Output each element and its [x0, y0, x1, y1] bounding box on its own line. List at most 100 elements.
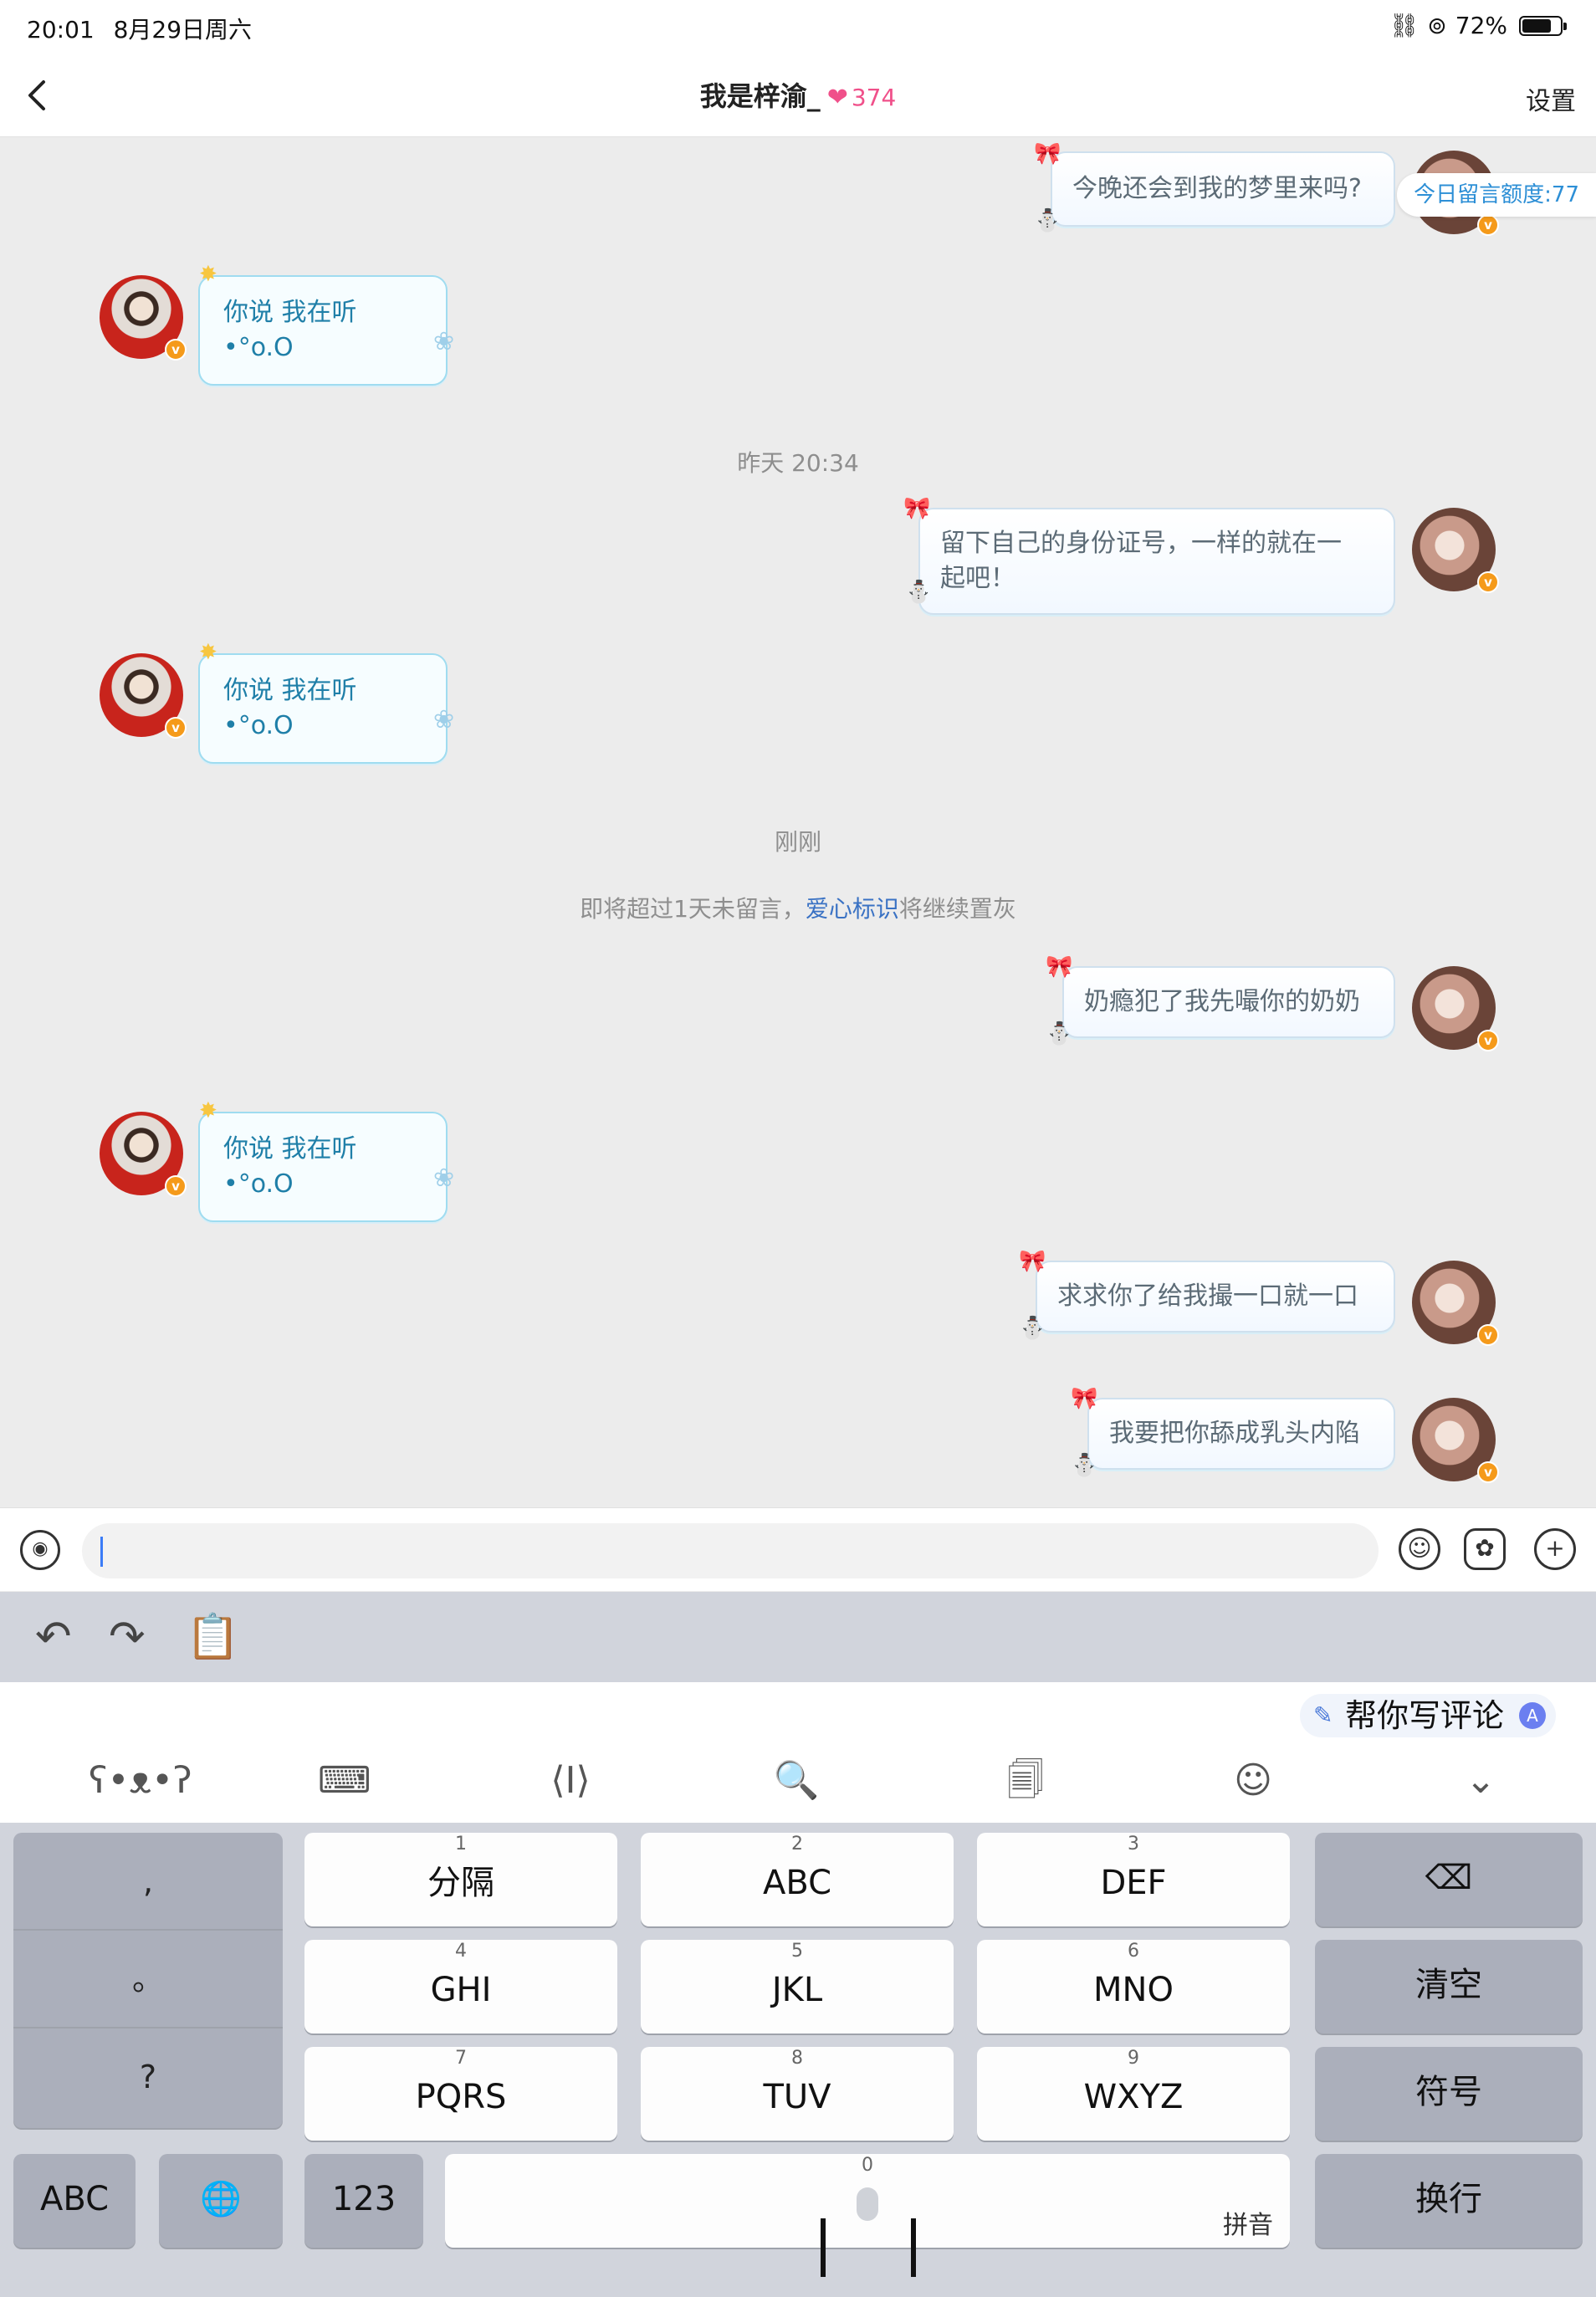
message-text: 你说 我在听•°o.O: [223, 676, 357, 740]
orientation-lock-icon: ⊚: [1427, 12, 1447, 39]
inactivity-notice: 即将超过1天未留言，爱心标识将继续置灰: [580, 895, 1016, 923]
status-date: 8月29日周六: [113, 16, 253, 43]
chat-title: 我是梓渝_ ❤ 374: [0, 75, 1596, 114]
emoji-keyboard-icon[interactable]: ☺: [1228, 1757, 1278, 1804]
add-icon[interactable]: +: [1534, 1528, 1576, 1570]
key-4[interactable]: 4 GHI: [304, 1940, 617, 2034]
punctuation-column: , 。 ?: [13, 1833, 283, 2128]
status-indicators: ⛓ ⊚ 72%: [1389, 12, 1567, 39]
search-icon[interactable]: 🔍: [771, 1757, 821, 1804]
status-time-date: 20:01 8月29日周六: [27, 12, 252, 45]
star-icon: ✸: [199, 1098, 217, 1123]
bow-icon: 🎀: [903, 496, 931, 521]
key-9[interactable]: 9 WXYZ: [977, 2047, 1290, 2141]
message-bubble[interactable]: 留下自己的身份证号，一样的就在一 起吧！: [918, 508, 1395, 615]
message-bubble[interactable]: 你说 我在听•°o.O: [198, 275, 448, 386]
hide-keyboard-icon[interactable]: ⌄: [1455, 1757, 1506, 1804]
message-text: 求求你了给我撮一口就一口: [1057, 1282, 1358, 1311]
message-bubble[interactable]: 你说 我在听•°o.O: [198, 1112, 448, 1222]
message-bubble[interactable]: 我要把你舔成乳头内陷: [1087, 1398, 1395, 1470]
status-time: 20:01: [27, 16, 95, 43]
keyboard: , 。 ? 1 分隔 2 ABC 3 DEF ⌫ 4 GHI 5 JKL 6 MNO 清空 …: [0, 1823, 1596, 2297]
message-text: 你说 我在听•°o.O: [223, 298, 357, 362]
message-bubble[interactable]: 今晚还会到我的梦里来吗?: [1051, 151, 1395, 227]
ime-logo-icon[interactable]: ʕ•ᴥ•ʔ: [89, 1757, 192, 1804]
heart-icon: ❤: [826, 83, 848, 112]
key-2[interactable]: 2 ABC: [641, 1833, 954, 1926]
sticker-icon[interactable]: ✿: [1464, 1528, 1506, 1570]
verified-badge: v: [1477, 1030, 1499, 1051]
ai-write-comment-button[interactable]: ✎ 帮你写评论 A: [1299, 1694, 1556, 1737]
pinyin-label: 拼音: [1223, 2211, 1273, 2240]
heart-mark-link[interactable]: 爱心标识: [806, 895, 899, 923]
cursor-move-icon[interactable]: ⟨I⟩: [545, 1757, 596, 1804]
bunny-icon: ⛄: [1019, 1316, 1046, 1341]
shell-icon: ❀: [433, 327, 455, 356]
bow-icon: 🎀: [1046, 954, 1073, 980]
my-avatar[interactable]: v: [1412, 508, 1499, 593]
keyboard-toolbar: ↶ ↷ 📋: [0, 1592, 1596, 1682]
key-7[interactable]: 7 PQRS: [304, 2047, 617, 2141]
message-bubble[interactable]: 求求你了给我撮一口就一口: [1036, 1261, 1395, 1333]
delete-key[interactable]: ⌫: [1315, 1833, 1583, 1926]
message-bubble[interactable]: 你说 我在听•°o.O: [198, 653, 448, 764]
message-input[interactable]: [82, 1523, 1379, 1578]
timestamp-yesterday: 昨天 20:34: [737, 449, 859, 477]
intimacy-score: 374: [851, 84, 897, 111]
key-question[interactable]: ?: [13, 2028, 283, 2126]
emoji-icon[interactable]: ☺: [1399, 1528, 1440, 1570]
comment-icon: ✎: [1312, 1701, 1333, 1729]
contact-avatar[interactable]: v: [100, 653, 187, 739]
globe-key[interactable]: 🌐: [159, 2154, 283, 2248]
contact-avatar[interactable]: v: [100, 275, 187, 361]
message-text: 我要把你舔成乳头内陷: [1109, 1419, 1360, 1448]
text-caret: [100, 1537, 103, 1567]
symbols-key[interactable]: 符号: [1315, 2047, 1583, 2141]
abc-key[interactable]: ABC: [13, 2154, 136, 2248]
bunny-icon: ⛄: [1034, 208, 1061, 233]
key-3[interactable]: 3 DEF: [977, 1833, 1290, 1926]
voice-icon[interactable]: ◉: [20, 1530, 60, 1570]
message-text: 奶瘾犯了我先嘬你的奶奶: [1084, 987, 1360, 1016]
undo-icon[interactable]: ↶: [35, 1614, 72, 1660]
my-avatar[interactable]: v: [1412, 1398, 1499, 1483]
ai-write-comment-label: 帮你写评论: [1344, 1697, 1504, 1734]
key-1[interactable]: 1 分隔: [304, 1833, 617, 1926]
key-8[interactable]: 8 TUV: [641, 2047, 954, 2141]
enter-key[interactable]: 换行: [1315, 2154, 1583, 2248]
star-icon: ✸: [199, 640, 217, 665]
contact-name: 我是梓渝_: [699, 80, 821, 112]
my-avatar[interactable]: v: [1412, 1261, 1499, 1346]
bow-icon: 🎀: [1019, 1249, 1046, 1274]
verified-badge: v: [165, 1175, 187, 1197]
redo-icon[interactable]: ↷: [109, 1614, 146, 1660]
keyboard-suggestion-bar: ✎ 帮你写评论 A ʕ•ᴥ•ʔ ⌨ ⟨I⟩ 🔍 🗐 ☺ ⌄: [0, 1682, 1596, 1823]
battery-icon: [1519, 15, 1567, 36]
my-avatar[interactable]: v: [1412, 966, 1499, 1051]
verified-badge: v: [1477, 1461, 1499, 1483]
shell-icon: ❀: [433, 1164, 455, 1193]
keyboard-icon[interactable]: ⌨: [318, 1757, 371, 1804]
chat-messages: v 今晚还会到我的梦里来吗? 🎀 ⛄ 今日留言额度:77 v 你说 我在听•°o…: [0, 138, 1596, 1507]
clear-key[interactable]: 清空: [1315, 1940, 1583, 2034]
settings-button[interactable]: 设置: [1526, 80, 1576, 117]
message-bubble[interactable]: 奶瘾犯了我先嘬你的奶奶: [1062, 966, 1395, 1038]
key-comma[interactable]: ,: [13, 1833, 283, 1931]
globe-icon: 🌐: [200, 2180, 242, 2218]
clipboard-icon[interactable]: 📋: [186, 1614, 240, 1660]
bow-icon: 🎀: [1071, 1386, 1098, 1411]
key-period[interactable]: 。: [13, 1931, 283, 2028]
verified-badge: v: [1477, 1324, 1499, 1346]
message-text: 起吧！: [940, 564, 1015, 593]
numbers-key[interactable]: 123: [304, 2154, 423, 2248]
key-5[interactable]: 5 JKL: [641, 1940, 954, 2034]
microphone-icon: [857, 2187, 878, 2221]
bunny-icon: ⛄: [1046, 1021, 1073, 1046]
status-bar: 20:01 8月29日周六 ⛓ ⊚ 72%: [0, 0, 1596, 54]
contact-avatar[interactable]: v: [100, 1112, 187, 1197]
clipboard-list-icon[interactable]: 🗐: [1000, 1757, 1051, 1804]
star-icon: ✸: [199, 262, 217, 287]
key-6[interactable]: 6 MNO: [977, 1940, 1290, 2034]
bunny-icon: ⛄: [905, 580, 933, 605]
daily-quota-badge: 今日留言额度:77: [1397, 173, 1596, 217]
